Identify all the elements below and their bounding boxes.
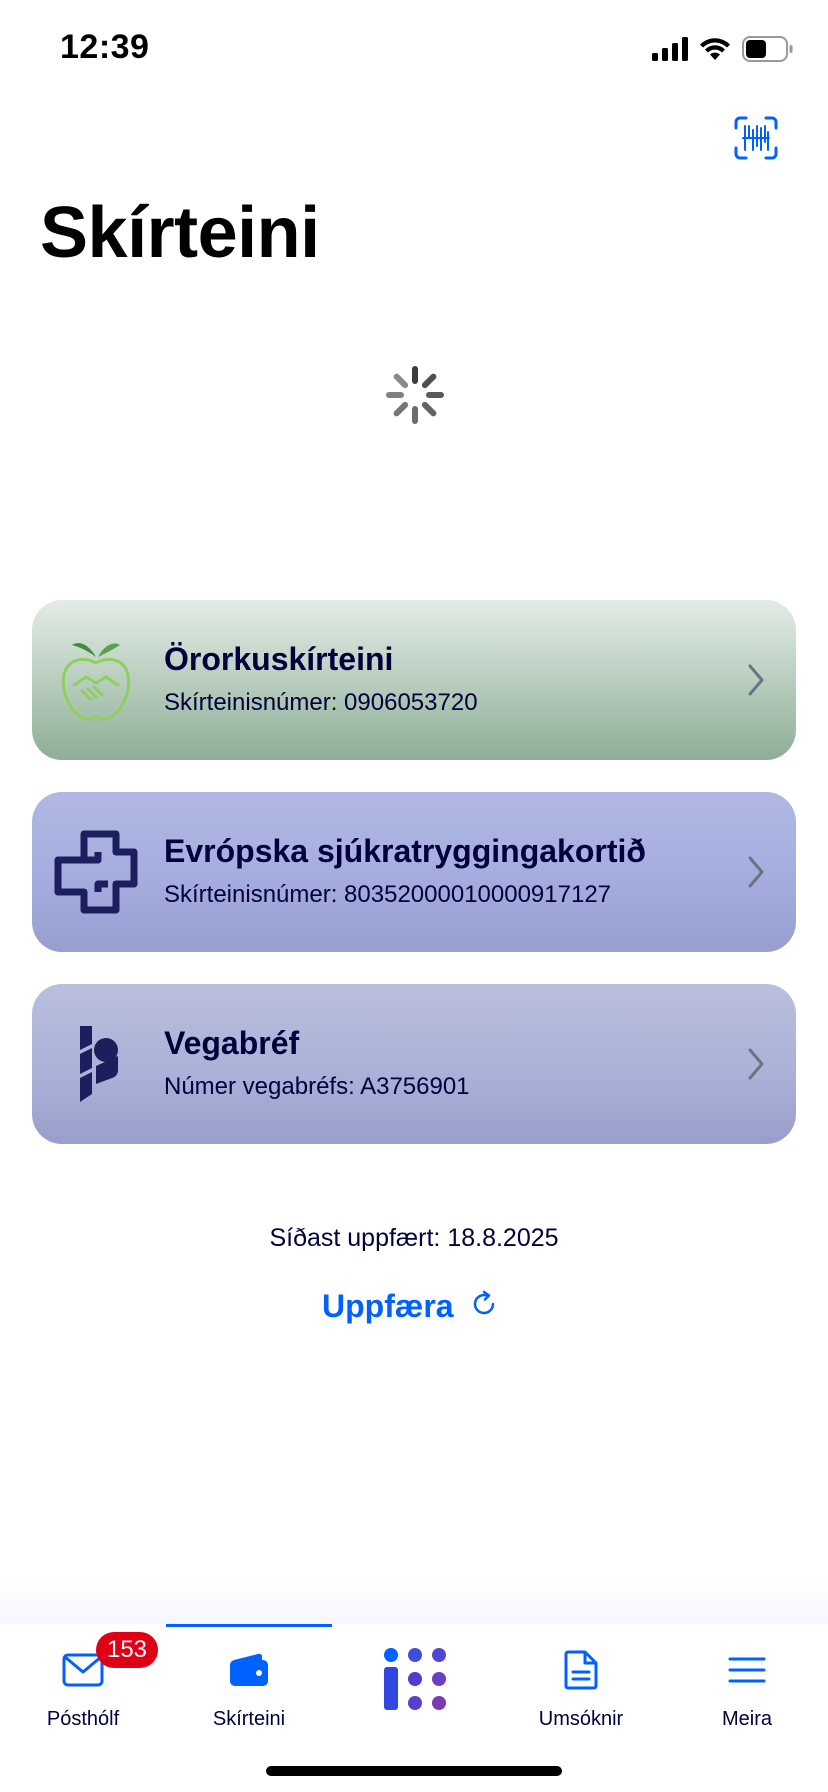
tab-more[interactable]: Meira [664,1624,828,1744]
status-icons [652,34,794,64]
scan-barcode-button[interactable] [730,114,782,166]
card-title: Örorkuskírteini [164,641,394,677]
cellular-signal-icon [652,37,688,61]
tab-inbox[interactable]: 153 Pósthólf [0,1624,166,1744]
tab-label: Umsóknir [538,1708,624,1730]
qr-scan-icon [734,116,778,165]
island-is-dots-icon [382,1646,448,1712]
refresh-button[interactable]: Uppfæra [322,1282,498,1330]
activity-spinner-icon [384,364,446,426]
wallet-icon [227,1648,271,1692]
tab-licenses[interactable]: Skírteini [166,1624,332,1744]
chevron-right-icon [744,662,768,698]
card-subtitle: Skírteinisnúmer: 0906053720 [164,689,478,716]
island-is-logo-icon [54,1022,138,1106]
status-time: 12:39 [60,28,150,66]
refresh-label: Uppfæra [322,1287,454,1324]
card-subtitle: Skírteinisnúmer: 80352000010000917127 [164,881,612,908]
card-title: Evrópska sjúkratryggingakortið [164,833,646,869]
license-card-passport[interactable]: Vegabréf Númer vegabréfs: A3756901 [32,984,796,1144]
card-text: Örorkuskírteini Skírteinisnúmer: 0906053… [164,640,478,718]
last-updated-text: Síðast uppfært: 18.8.2025 [269,1224,559,1252]
tab-label: Skírteini [212,1708,286,1730]
unread-badge: 153 [96,1632,158,1668]
apple-handshake-icon [54,638,138,722]
tab-home[interactable] [332,1624,498,1744]
license-card-ehic[interactable]: Evrópska sjúkratryggingakortið Skírteini… [32,792,796,952]
refresh-icon [470,1290,498,1323]
chevron-right-icon [744,854,768,890]
card-subtitle: Númer vegabréfs: A3756901 [164,1073,470,1100]
card-text: Vegabréf Númer vegabréfs: A3756901 [164,1024,470,1102]
tab-label: Meira [721,1708,772,1730]
screen: 12:39 Skírteini Örorkuskírteini Skírtein… [0,0,828,1792]
page-title: Skírteini [40,193,320,273]
status-bar: 12:39 [0,0,828,100]
document-icon [559,1648,603,1692]
license-card-disability[interactable]: Örorkuskírteini Skírteinisnúmer: 0906053… [32,600,796,760]
battery-icon [742,36,794,62]
tab-label: Pósthólf [46,1708,120,1730]
chevron-right-icon [744,1046,768,1082]
card-text: Evrópska sjúkratryggingakortið Skírteini… [164,832,646,910]
tab-applications[interactable]: Umsóknir [498,1624,664,1744]
home-indicator [266,1766,562,1776]
health-cross-icon [54,830,138,914]
wifi-icon [698,36,732,62]
menu-icon [725,1648,769,1692]
bottom-fade [0,1580,828,1624]
card-title: Vegabréf [164,1025,300,1061]
